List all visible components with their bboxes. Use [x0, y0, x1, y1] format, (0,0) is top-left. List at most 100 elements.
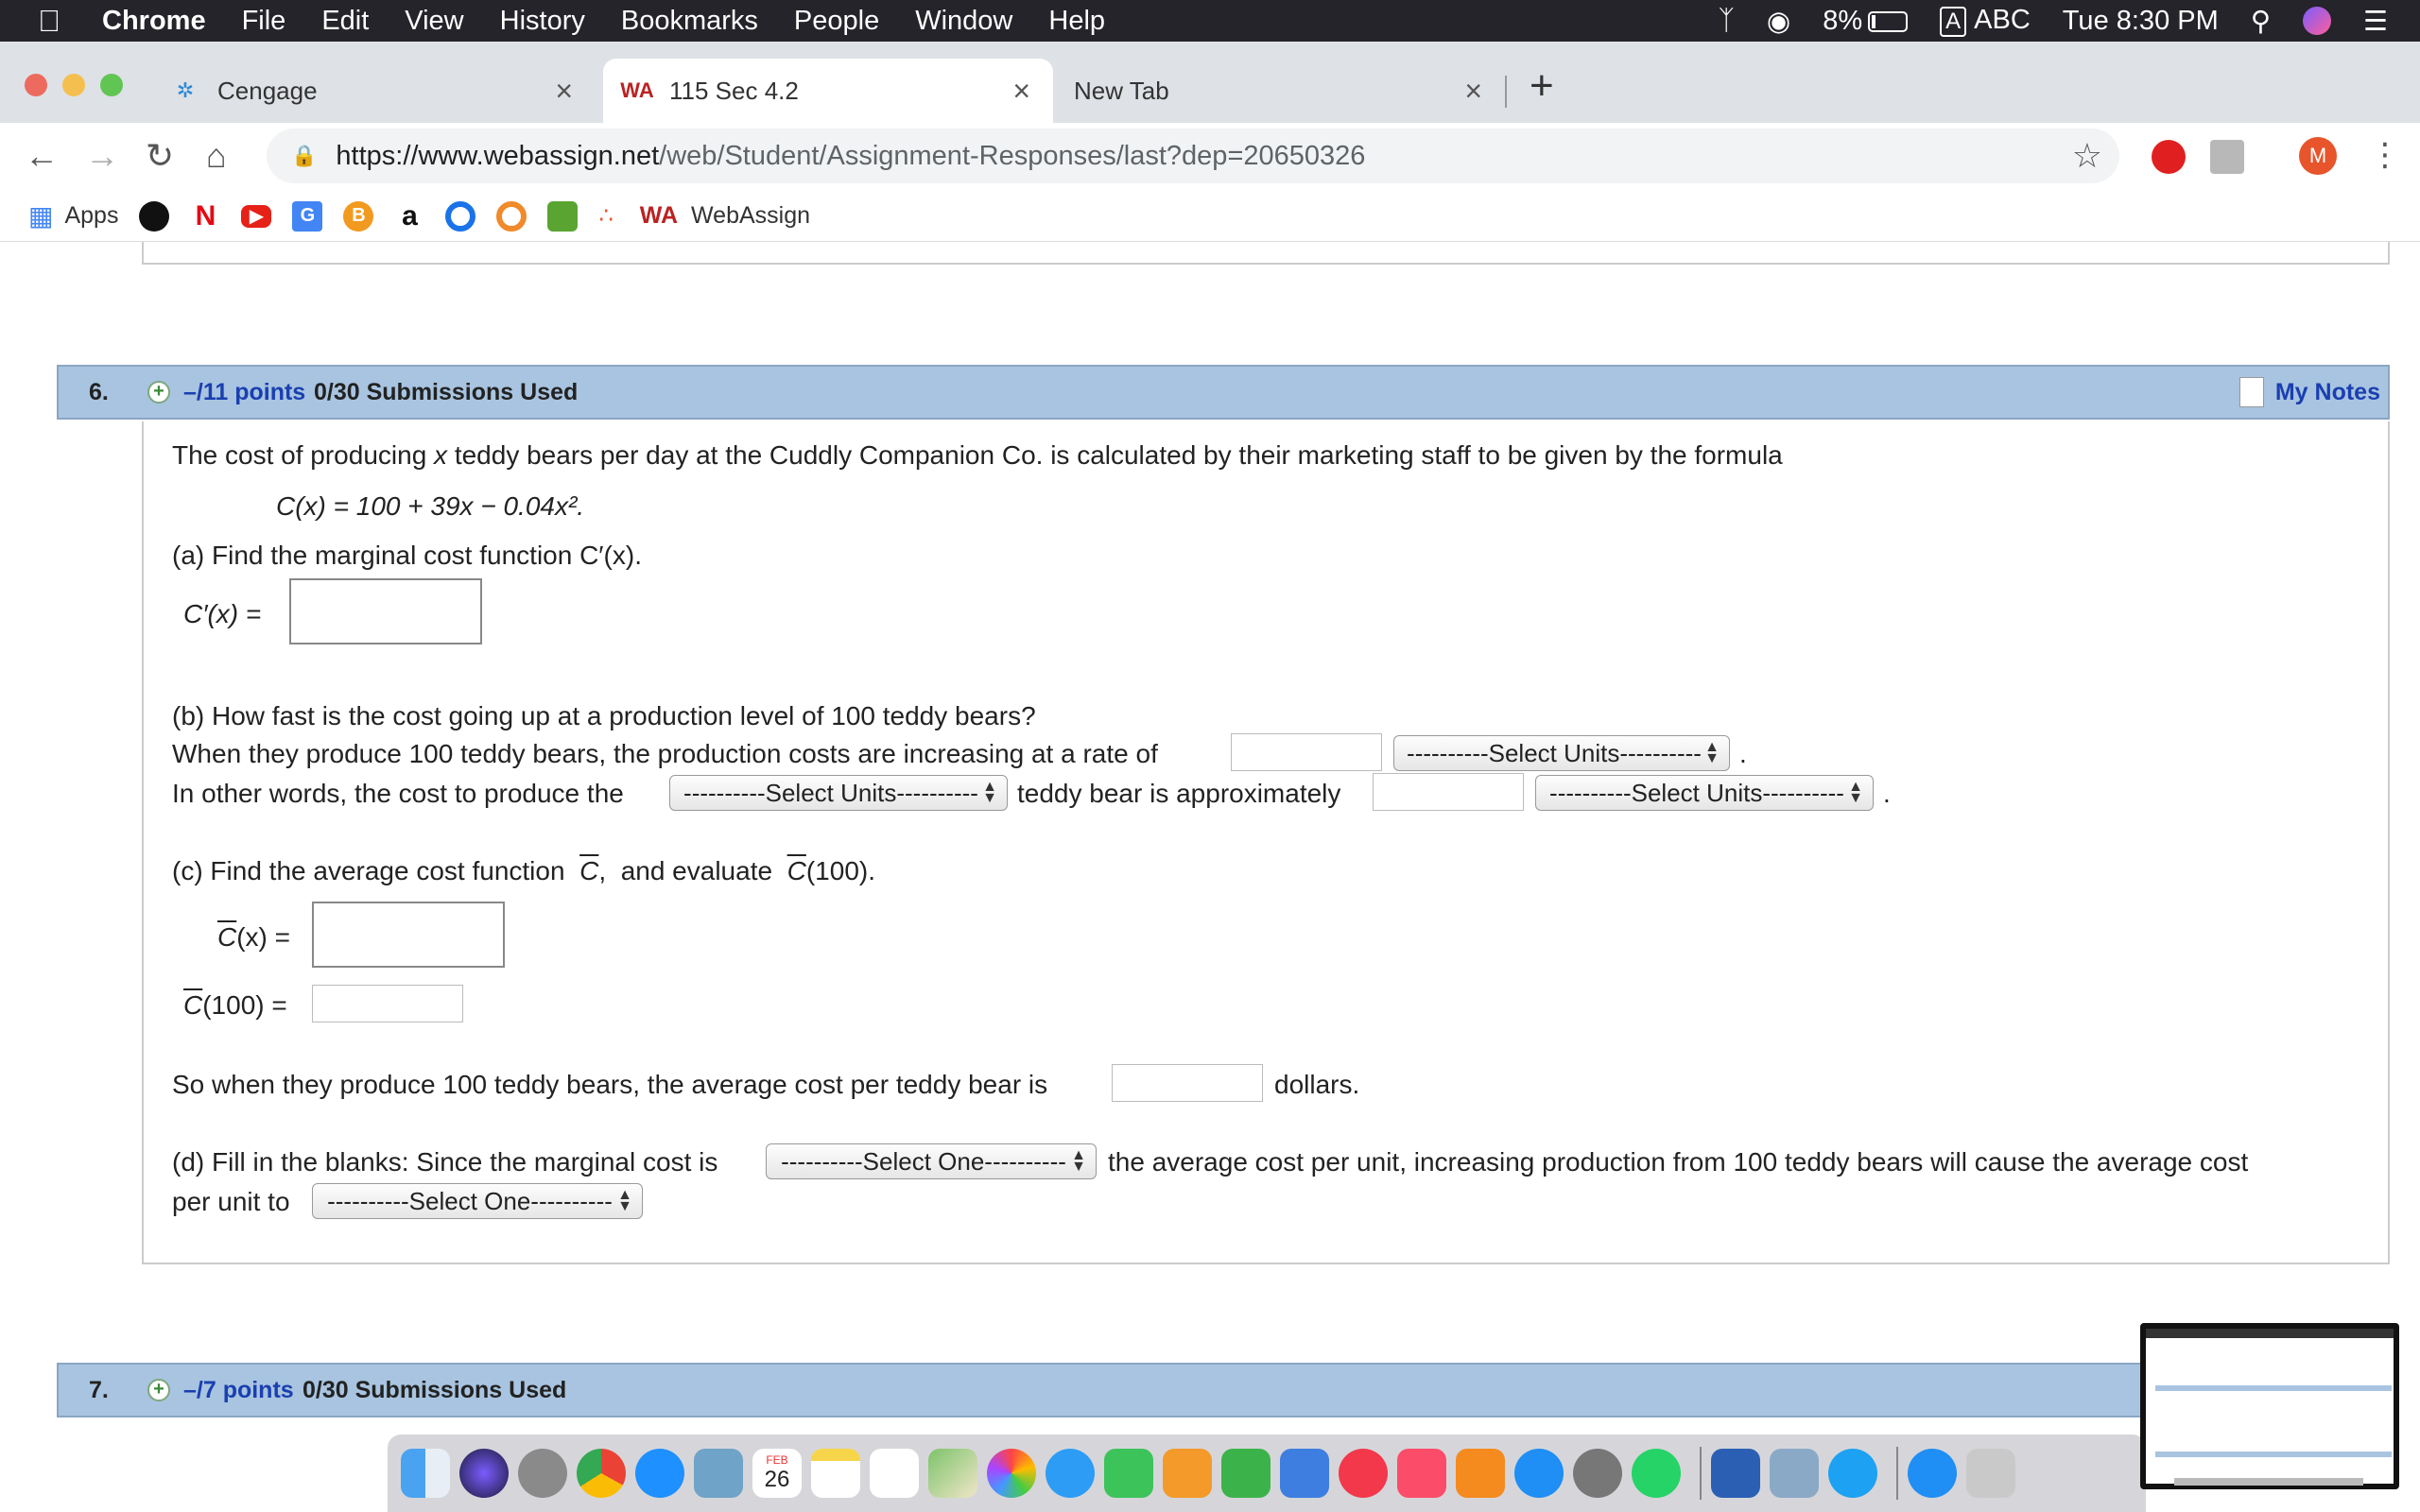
siri-icon[interactable]	[2303, 7, 2331, 35]
screenshot-thumbnail[interactable]	[2140, 1323, 2399, 1489]
approx-cost-units-select[interactable]: ----------Select Units---------- ▲ ▼	[1535, 775, 1874, 811]
siri-icon[interactable]	[459, 1449, 509, 1498]
which-bear-units-select[interactable]: ----------Select Units---------- ▲ ▼	[669, 775, 1008, 811]
bookmark-lifebuoy-icon[interactable]	[496, 200, 527, 232]
messages-icon[interactable]	[1046, 1449, 1095, 1498]
close-tab-icon[interactable]: ×	[1012, 74, 1030, 109]
battery-status[interactable]: 8%	[1823, 6, 1909, 37]
news-icon[interactable]	[1339, 1449, 1388, 1498]
bookmark-youtube-icon[interactable]: ▶	[241, 204, 272, 228]
close-window-button[interactable]	[25, 74, 47, 96]
new-tab-button[interactable]: +	[1530, 62, 1554, 110]
bookmark-star-icon[interactable]: ☆	[2072, 136, 2102, 176]
downloads-stack-icon[interactable]	[1908, 1449, 1957, 1498]
close-tab-icon[interactable]: ×	[555, 74, 573, 109]
tab-cengage[interactable]: ✲ Cengage ×	[151, 59, 596, 123]
notes-icon[interactable]	[811, 1449, 860, 1498]
adblock-extension-icon[interactable]	[2152, 140, 2186, 174]
approx-cost-input[interactable]	[1373, 773, 1524, 811]
reminders-icon[interactable]	[870, 1449, 919, 1498]
marginal-comparison-select[interactable]: ----------Select One---------- ▲ ▼	[766, 1143, 1097, 1179]
zoom-window-button[interactable]	[100, 74, 123, 96]
expand-plus-icon[interactable]: +	[147, 381, 170, 404]
forward-arrow-icon[interactable]: →	[85, 136, 119, 176]
bookmark-amazon-icon[interactable]: a	[394, 200, 425, 232]
wifi-icon[interactable]: ◉	[1767, 5, 1790, 38]
pages-icon[interactable]	[1163, 1449, 1212, 1498]
menu-help[interactable]: Help	[1048, 6, 1105, 37]
system-preferences-icon[interactable]	[1573, 1449, 1622, 1498]
part-a-question: (a) Find the marginal cost function C′(x…	[172, 541, 642, 570]
spotlight-search-icon[interactable]: ⚲	[2251, 5, 2271, 38]
bookmark-dots-icon[interactable]: ∴	[598, 202, 613, 230]
question-number: 6.	[89, 378, 109, 405]
photos-icon[interactable]	[987, 1449, 1036, 1498]
bookmark-translate-icon[interactable]: G	[292, 200, 323, 232]
marginal-cost-answer-input[interactable]	[289, 578, 482, 644]
app-store-icon[interactable]	[1514, 1449, 1564, 1498]
notification-center-icon[interactable]: ☰	[2363, 5, 2388, 38]
launchpad-icon[interactable]	[518, 1449, 567, 1498]
menu-app-name[interactable]: Chrome	[102, 6, 206, 37]
trash-icon[interactable]	[1966, 1449, 2015, 1498]
average-cost-change-select[interactable]: ----------Select One---------- ▲ ▼	[312, 1183, 643, 1219]
bookmark-b-icon[interactable]: B	[343, 200, 374, 232]
menu-edit[interactable]: Edit	[321, 6, 369, 37]
rate-units-select[interactable]: ----------Select Units---------- ▲ ▼	[1393, 735, 1730, 771]
keynote-icon[interactable]	[1280, 1449, 1329, 1498]
facetime-icon[interactable]	[1104, 1449, 1153, 1498]
address-bar[interactable]: 🔒 https://www.webassign.net/web/Student/…	[267, 129, 2119, 183]
expand-plus-icon[interactable]: +	[147, 1379, 170, 1401]
finder-icon[interactable]	[401, 1449, 450, 1498]
bookmark-webassign[interactable]: WA WebAssign	[640, 202, 810, 230]
chrome-menu-icon[interactable]: ⋮	[2369, 136, 2401, 174]
bookmark-green-icon[interactable]	[547, 200, 579, 232]
home-icon[interactable]: ⌂	[206, 136, 227, 176]
bookmark-netflix-icon[interactable]: N	[190, 200, 221, 232]
chrome-icon[interactable]	[577, 1449, 626, 1498]
menu-window[interactable]: Window	[915, 6, 1012, 37]
tab-new-tab[interactable]: New Tab ×	[1053, 59, 1507, 123]
avg-cost-function-input[interactable]	[312, 902, 505, 968]
whatsapp-icon[interactable]	[1632, 1449, 1681, 1498]
calendar-icon[interactable]: FEB 26	[752, 1449, 802, 1498]
image-capture-icon[interactable]	[1770, 1449, 1819, 1498]
profile-avatar[interactable]: M	[2299, 137, 2337, 175]
numbers-icon[interactable]	[1221, 1449, 1270, 1498]
close-tab-icon[interactable]: ×	[1464, 74, 1482, 109]
back-arrow-icon[interactable]: ←	[25, 136, 59, 176]
question-points-link[interactable]: –/11 points	[183, 379, 305, 406]
bookmark-circle-icon[interactable]	[139, 200, 170, 232]
maps-icon[interactable]	[928, 1449, 977, 1498]
bluetooth-icon[interactable]: ᛉ	[1719, 6, 1735, 37]
bookmark-apps[interactable]: ▦ Apps	[28, 200, 118, 232]
preview-icon[interactable]	[694, 1449, 743, 1498]
google-drive-extension-icon[interactable]	[2210, 140, 2244, 174]
menu-bookmarks[interactable]: Bookmarks	[621, 6, 758, 37]
menu-file[interactable]: File	[242, 6, 286, 37]
my-notes-link[interactable]: My Notes	[2238, 377, 2380, 407]
twitter-icon[interactable]	[1828, 1449, 1877, 1498]
input-source[interactable]: A ABC	[1940, 5, 2031, 37]
safari-icon[interactable]	[635, 1449, 684, 1498]
avg-cost-dollars-input[interactable]	[1112, 1064, 1263, 1102]
books-icon[interactable]	[1456, 1449, 1505, 1498]
menu-history[interactable]: History	[500, 6, 585, 37]
reload-icon[interactable]: ↻	[146, 136, 174, 176]
apple-menu-icon[interactable]: 	[38, 4, 76, 39]
macos-dock: FEB 26	[388, 1435, 2146, 1512]
minimize-window-button[interactable]	[62, 74, 85, 96]
rate-answer-input[interactable]	[1231, 733, 1382, 771]
select-arrows-icon: ▲ ▼	[1848, 779, 1863, 806]
tab-webassign[interactable]: WA 115 Sec 4.2 ×	[603, 59, 1053, 123]
music-icon[interactable]	[1397, 1449, 1446, 1498]
bookmark-ring-icon[interactable]	[445, 200, 476, 232]
lock-icon[interactable]: 🔒	[291, 144, 317, 168]
menu-view[interactable]: View	[405, 6, 463, 37]
menu-people[interactable]: People	[794, 6, 879, 37]
question-points-link[interactable]: –/7 points	[183, 1377, 294, 1404]
clock[interactable]: Tue 8:30 PM	[2063, 6, 2219, 37]
avg-cost-100-input[interactable]	[312, 985, 463, 1022]
intro-variable: x	[434, 440, 448, 470]
word-icon[interactable]	[1711, 1449, 1760, 1498]
